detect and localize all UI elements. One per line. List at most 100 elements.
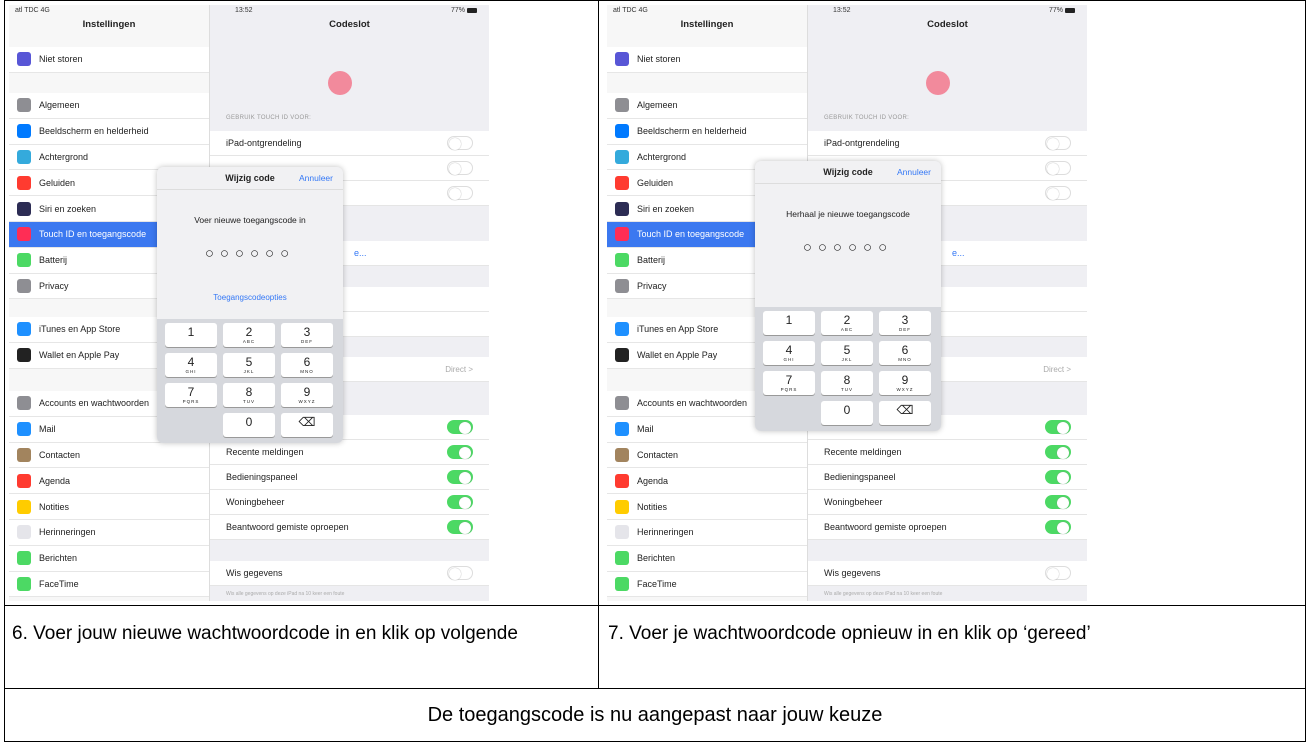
toggle-switch[interactable]: [447, 136, 473, 150]
toggle-switch[interactable]: [1045, 420, 1071, 434]
keypad-key[interactable]: 1: [763, 311, 815, 335]
sidebar-item[interactable]: Contacten: [607, 443, 807, 469]
keypad-key[interactable]: 4 GHI: [763, 341, 815, 365]
sidebar-item[interactable]: Berichten: [9, 546, 209, 572]
toggle-switch[interactable]: [447, 470, 473, 484]
keypad-key[interactable]: 9 WXYZ: [281, 383, 333, 407]
toggle-switch[interactable]: [1045, 186, 1071, 200]
key-letters: WXYZ: [298, 399, 316, 404]
keypad-key[interactable]: 0: [821, 401, 873, 425]
keypad-key[interactable]: 6 MNO: [281, 353, 333, 377]
wallet-icon: [615, 348, 629, 363]
toggle-label: Bedieningspaneel: [226, 472, 298, 482]
sidebar-item-label: Beeldscherm en helderheid: [39, 126, 149, 137]
toggle-switch[interactable]: [447, 566, 473, 580]
toggle-switch[interactable]: [447, 495, 473, 509]
sidebar-item[interactable]: Contacten: [9, 443, 209, 469]
keypad-key[interactable]: 3 DEF: [879, 311, 931, 335]
toggle-label: Bedieningspaneel: [824, 472, 896, 482]
toggle-switch[interactable]: [447, 445, 473, 459]
keypad-key: [165, 413, 217, 437]
sidebar-item[interactable]: Herinneringen: [607, 520, 807, 546]
change-passcode-modal: Wijzig code Annuleer Herhaal je nieuwe toe…: [755, 161, 941, 431]
sidebar-item[interactable]: Agenda: [9, 468, 209, 495]
sidebar-item[interactable]: Agenda: [607, 468, 807, 495]
sidebar-item-label: Mail: [637, 424, 654, 435]
sidebar-item[interactable]: Algemeen: [607, 93, 807, 119]
toggle-switch[interactable]: [1045, 495, 1071, 509]
sidebar-item[interactable]: Notities: [9, 494, 209, 520]
cancel-button[interactable]: Annuleer: [299, 173, 333, 183]
toggle-row: Bedieningspaneel: [808, 465, 1087, 490]
toggle-switch[interactable]: [1045, 445, 1071, 459]
toggle-switch[interactable]: [447, 420, 473, 434]
keypad-key[interactable]: 5 JKL: [223, 353, 275, 377]
toggle-switch[interactable]: [1045, 520, 1071, 534]
sidebar-item-label: Contacten: [637, 449, 679, 460]
keypad-key[interactable]: 2 ABC: [821, 311, 873, 335]
modal-header: Wijzig code Annuleer: [755, 161, 941, 184]
numeric-keypad: 1 2 ABC 3 DEF 4 GHI 5 JKL 6 MNO 7 PQRS 8 TUV 9 WXYZ 0 ⌫: [755, 307, 941, 431]
key-digit: [763, 401, 815, 403]
passcode-prompt: Herhaal je nieuwe toegangscode: [786, 209, 910, 219]
battery-label: 77%: [451, 7, 477, 14]
toggle-switch[interactable]: [1045, 566, 1071, 580]
sidebar-item[interactable]: Herinneringen: [9, 520, 209, 546]
sidebar-item[interactable]: FaceTime: [607, 572, 807, 598]
keypad-key[interactable]: 8 TUV: [821, 371, 873, 395]
keypad-key[interactable]: 3 DEF: [281, 323, 333, 347]
delete-key[interactable]: ⌫: [281, 413, 333, 437]
toggle-switch[interactable]: [447, 186, 473, 200]
toggle-switch[interactable]: [1045, 470, 1071, 484]
sidebar-item-label: Touch ID en toegangscode: [637, 229, 745, 240]
battery-label: 77%: [1049, 7, 1075, 14]
sidebar-item-label: Accounts en wachtwoorden: [39, 398, 150, 409]
caption-step6: 6. Voer jouw nieuwe wachtwoordcode in en…: [12, 623, 518, 644]
toggle-row: Recente meldingen: [808, 440, 1087, 465]
sidebar-item[interactable]: Niet storen: [9, 47, 209, 73]
key-digit: ⌫: [896, 403, 914, 417]
sidebar-item[interactable]: Notities: [607, 494, 807, 520]
hand-icon: [615, 278, 629, 293]
keypad-key[interactable]: 0: [223, 413, 275, 437]
aa-icon: [17, 124, 31, 139]
keypad-key[interactable]: 8 TUV: [223, 383, 275, 407]
toggle-switch[interactable]: [1045, 136, 1071, 150]
passcode-options-link[interactable]: Toegangscodeopties: [157, 293, 343, 302]
passcode-dots: ○○○○○○: [204, 245, 296, 262]
keypad-key[interactable]: 2 ABC: [223, 323, 275, 347]
sidebar-item-label: Geluiden: [637, 177, 674, 188]
keypad-key: [763, 401, 815, 425]
keypad-key[interactable]: 9 WXYZ: [879, 371, 931, 395]
toggle-switch[interactable]: [1045, 161, 1071, 175]
sidebar-item-label: Siri en zoeken: [39, 203, 97, 214]
keypad-key[interactable]: 4 GHI: [165, 353, 217, 377]
keypad-key[interactable]: 1: [165, 323, 217, 347]
notes-icon: [615, 499, 629, 514]
sidebar-item-label: Wallet en Apple Pay: [39, 350, 120, 361]
keypad-key[interactable]: 7 PQRS: [165, 383, 217, 407]
delete-key[interactable]: ⌫: [879, 401, 931, 425]
keypad-key[interactable]: 5 JKL: [821, 341, 873, 365]
siri-icon: [17, 201, 31, 216]
cancel-button[interactable]: Annuleer: [897, 167, 931, 177]
toggle-switch[interactable]: [447, 520, 473, 534]
sidebar-item[interactable]: Beeldscherm en helderheid: [9, 119, 209, 145]
keypad-key[interactable]: 7 PQRS: [763, 371, 815, 395]
sidebar-item[interactable]: Niet storen: [607, 47, 807, 73]
sidebar-item[interactable]: FaceTime: [9, 572, 209, 598]
mail-icon: [615, 422, 629, 437]
sidebar-item-label: Achtergrond: [39, 151, 89, 162]
key-letters: MNO: [898, 357, 912, 362]
sidebar-item[interactable]: Algemeen: [9, 93, 209, 119]
appstore-icon: [17, 322, 31, 337]
sidebar-item[interactable]: Beeldscherm en helderheid: [607, 119, 807, 145]
sidebar-item-label: Algemeen: [637, 100, 678, 111]
toggle-switch[interactable]: [447, 161, 473, 175]
keypad-key[interactable]: 6 MNO: [879, 341, 931, 365]
key-digit: 9: [303, 385, 311, 399]
speaker-icon: [615, 175, 629, 190]
key-digit: ⌫: [298, 415, 316, 429]
sidebar-item[interactable]: Berichten: [607, 546, 807, 572]
toggle-label: Beantwoord gemiste oproepen: [226, 522, 349, 532]
